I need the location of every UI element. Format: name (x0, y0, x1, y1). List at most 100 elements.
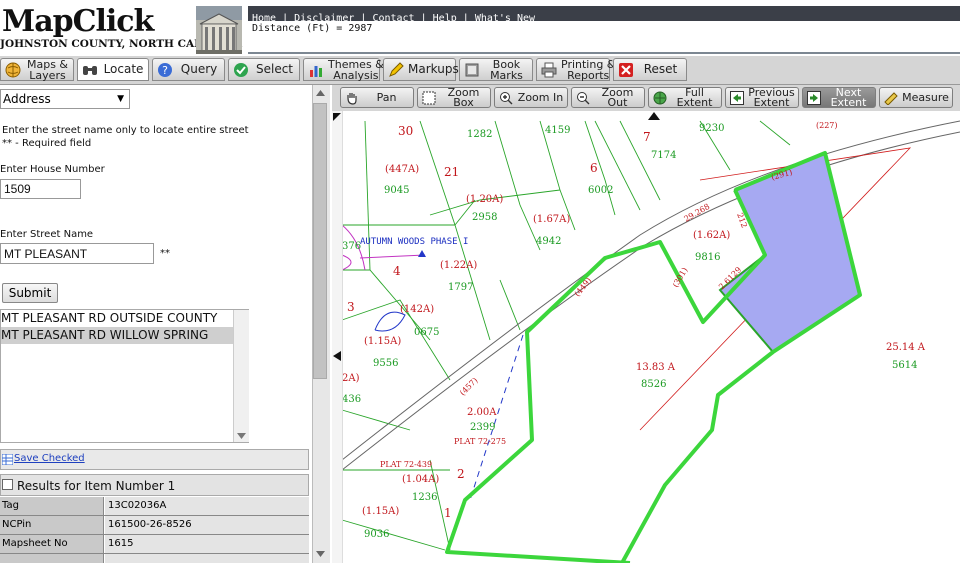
zoom-in-button[interactable]: Zoom In (494, 87, 568, 108)
results-header: Results for Item Number 1 (0, 474, 309, 496)
road-label: (457) (458, 376, 480, 398)
mapclick-logo[interactable]: MapClick JOHNSTON COUNTY, NORTH CAROLINA (0, 0, 244, 56)
save-checked-bar: Save Checked (0, 449, 309, 470)
tab-select[interactable]: Select (228, 58, 300, 81)
tab-markups[interactable]: Markups (383, 58, 459, 81)
acreage-label: (1.15A) (362, 506, 399, 517)
scroll-up-icon[interactable] (316, 90, 325, 96)
binoculars-icon (83, 65, 97, 75)
tab-maps-layers[interactable]: Maps & Layers (0, 58, 74, 81)
next-extent-button[interactable]: Next Extent (802, 87, 876, 108)
pin-label: 7174 (651, 150, 676, 161)
arrow-left-icon (730, 90, 744, 105)
house-number-label: Enter House Number (0, 164, 105, 175)
instruction-required: ** - Required field (2, 138, 92, 149)
tab-locate[interactable]: Locate (77, 58, 149, 81)
tool-label: Previous Extent (748, 85, 795, 109)
tab-label: Query (180, 62, 218, 76)
search-type-select[interactable]: Address ▼ (0, 89, 130, 109)
tab-label: Themes & Analysis (328, 57, 384, 82)
tab-printing-reports[interactable]: Printing & Reports (536, 58, 615, 81)
pan-west-icon[interactable] (333, 351, 341, 361)
pin-label: 6002 (588, 185, 613, 196)
lot-number: 2 (457, 467, 465, 481)
app-header: MapClick JOHNSTON COUNTY, NORTH CAROLINA… (0, 0, 960, 56)
search-type-value: Address (3, 92, 51, 106)
pan-northwest-icon[interactable] (333, 113, 341, 121)
results-title: Results for Item Number 1 (17, 479, 176, 493)
street-name-input[interactable] (0, 243, 154, 264)
house-number-input[interactable] (0, 179, 81, 199)
table-row: Tag 13C02036A (0, 497, 309, 516)
street-results-list[interactable]: MT PLEASANT RD OUTSIDE COUNTY MT PLEASAN… (0, 309, 249, 443)
tab-query[interactable]: ? Query (152, 58, 225, 81)
list-item-selected[interactable]: MT PLEASANT RD WILLOW SPRING (1, 327, 233, 344)
subdivision-line (341, 254, 352, 271)
road-label: 29.268 (683, 202, 712, 224)
detail-value: 1615 (105, 535, 309, 553)
pin-label: 2399 (470, 422, 495, 433)
zoom-box-button[interactable]: Zoom Box (417, 87, 491, 108)
previous-extent-button[interactable]: Previous Extent (725, 87, 799, 108)
map-canvas[interactable]: 30 21 7 6 4 3 2 1 (447A) (1.20A) (1.67A)… (332, 111, 960, 563)
lot-number: 21 (444, 165, 459, 179)
pan-north-icon[interactable] (648, 112, 660, 120)
map-toolbar: Pan Zoom Box Zoom In Zoom Out Full Exten… (332, 85, 960, 112)
submit-button[interactable]: Submit (2, 283, 58, 303)
nav-whats-new-link[interactable]: What's New (475, 13, 535, 24)
table-row (0, 554, 309, 563)
nav-contact-link[interactable]: Contact (372, 13, 414, 24)
results-checkbox[interactable] (2, 479, 13, 490)
results-list-scrollbar[interactable] (233, 310, 249, 442)
ruler-icon (884, 91, 898, 105)
pin-label: 8526 (641, 379, 666, 390)
tab-label: Reset (643, 62, 678, 76)
full-extent-button[interactable]: Full Extent (648, 87, 722, 108)
lot-number: 3 (347, 300, 355, 314)
list-item[interactable]: MT PLEASANT RD OUTSIDE COUNTY (1, 310, 233, 327)
road-label: (227) (816, 121, 838, 130)
save-checked-link[interactable]: Save Checked (14, 453, 85, 464)
pan-button[interactable]: Pan (340, 87, 414, 108)
chevron-down-icon: ▼ (117, 94, 124, 104)
pin-label: 9230 (699, 123, 724, 134)
pin-label: 9816 (695, 252, 720, 263)
pin-label: 1282 (467, 129, 492, 140)
tool-label: Next Extent (830, 85, 867, 109)
query-icon: ? (158, 62, 172, 77)
acreage-label: (1.04A) (402, 474, 439, 485)
panel-scrollbar-thumb[interactable] (313, 103, 327, 379)
main-tab-bar: Maps & Layers Locate ? Query Select Them… (0, 56, 960, 85)
measure-button[interactable]: Measure (879, 87, 953, 108)
triangle-marker-icon (418, 250, 426, 257)
zoom-out-button[interactable]: Zoom Out (571, 87, 645, 108)
zoom-box-icon (422, 91, 436, 104)
selected-parcel[interactable] (718, 151, 862, 354)
plat-label: PLAT 72-439 (380, 460, 432, 469)
acreage-label: 13.83 A (636, 362, 676, 373)
tab-bookmarks[interactable]: Book Marks (459, 58, 533, 81)
tab-label: Printing & Reports (561, 57, 616, 82)
parcel-map[interactable]: 30 21 7 6 4 3 2 1 (447A) (1.20A) (1.67A)… (332, 111, 960, 563)
table-row: NCPin 161500-26-8526 (0, 516, 309, 535)
logo-title: MapClick (2, 4, 154, 39)
tab-label: Markups (408, 62, 459, 76)
tab-reset[interactable]: Reset (613, 58, 687, 81)
acreage-label: (447A) (385, 164, 419, 175)
acreage-label: (1.15A) (364, 336, 401, 347)
tool-label: Zoom Box (447, 85, 480, 109)
map-pan-west-strip[interactable] (332, 111, 343, 563)
book-icon (465, 63, 479, 76)
tab-themes-analysis[interactable]: Themes & Analysis (303, 58, 384, 81)
detail-key: Tag (0, 497, 104, 515)
top-nav-bar: Home | Disclaimer | Contact | Help | Wha… (248, 6, 960, 24)
acreage-label: (142A) (400, 304, 434, 315)
scroll-down-icon[interactable] (237, 433, 246, 439)
tab-label: Select (255, 62, 294, 76)
lot-number: 6 (590, 161, 598, 175)
required-marker: ** (160, 248, 170, 259)
nav-help-link[interactable]: Help (433, 13, 457, 24)
zoom-in-icon (500, 91, 513, 104)
globe-icon (5, 62, 21, 77)
scroll-down-icon[interactable] (316, 551, 325, 557)
